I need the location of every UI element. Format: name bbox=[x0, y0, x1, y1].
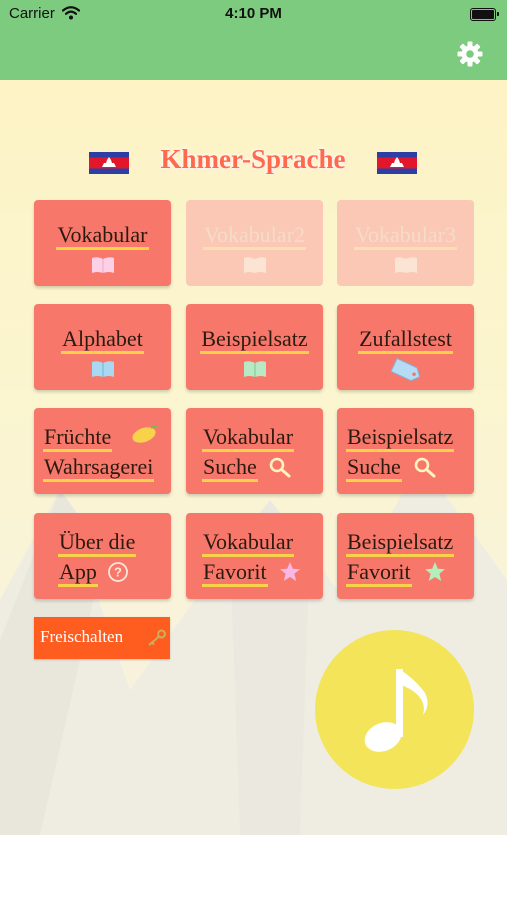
clock: 4:10 PM bbox=[225, 5, 282, 22]
green-star-icon bbox=[425, 562, 445, 581]
tile-vokabular[interactable]: Vokabular bbox=[34, 200, 171, 286]
tile-vokabular-suche[interactable]: Vokabular Suche bbox=[186, 408, 323, 494]
tile-ueber-die-app[interactable]: Über die App ? bbox=[34, 513, 171, 599]
tile-vokabular2: Vokabular2 bbox=[186, 200, 323, 286]
tile-beispielsatz-suche[interactable]: Beispielsatz Suche bbox=[337, 408, 474, 494]
gear-icon[interactable] bbox=[457, 41, 483, 67]
open-book-icon bbox=[92, 257, 114, 273]
tile-vokabular3: Vokabular3 bbox=[337, 200, 474, 286]
key-icon bbox=[148, 629, 166, 646]
cambodia-flag-icon bbox=[89, 152, 129, 174]
cambodia-flag-icon bbox=[377, 152, 417, 174]
bottom-area bbox=[0, 835, 507, 900]
battery-icon bbox=[470, 8, 496, 21]
svg-text:?: ? bbox=[114, 565, 122, 580]
main-area: Khmer-Sprache Vokabular Vokabular2 Vokab… bbox=[0, 80, 507, 835]
magnifier-icon bbox=[414, 457, 436, 478]
tile-zufallstest[interactable]: Zufallstest bbox=[337, 304, 474, 390]
app-title: Khmer-Sprache bbox=[160, 144, 346, 174]
tile-vokabular-favorit[interactable]: Vokabular Favorit bbox=[186, 513, 323, 599]
blue-book-icon bbox=[92, 361, 114, 377]
tag-icon bbox=[390, 358, 421, 382]
unlock-label: Freischalten bbox=[40, 627, 124, 646]
open-book-icon bbox=[395, 257, 417, 273]
music-note-icon bbox=[364, 669, 428, 752]
tile-alphabet[interactable]: Alphabet bbox=[34, 304, 171, 390]
mango-icon bbox=[132, 425, 158, 443]
music-button[interactable] bbox=[315, 630, 474, 789]
tile-beispielsatz[interactable]: Beispielsatz bbox=[186, 304, 323, 390]
title-row: Khmer-Sprache bbox=[0, 144, 507, 180]
pink-star-icon bbox=[280, 562, 300, 581]
status-bar: Carrier 4:10 PM bbox=[0, 0, 507, 28]
magnifier-icon bbox=[269, 457, 291, 478]
question-icon: ? bbox=[108, 562, 128, 582]
open-book-icon bbox=[244, 257, 266, 273]
green-book-icon bbox=[244, 361, 266, 377]
tile-beispielsatz-favorit[interactable]: Beispielsatz Favorit bbox=[337, 513, 474, 599]
unlock-button[interactable]: Freischalten bbox=[34, 617, 170, 659]
tile-fruechte-wahrsagerei[interactable]: Früchte Wahrsagerei bbox=[34, 408, 171, 494]
